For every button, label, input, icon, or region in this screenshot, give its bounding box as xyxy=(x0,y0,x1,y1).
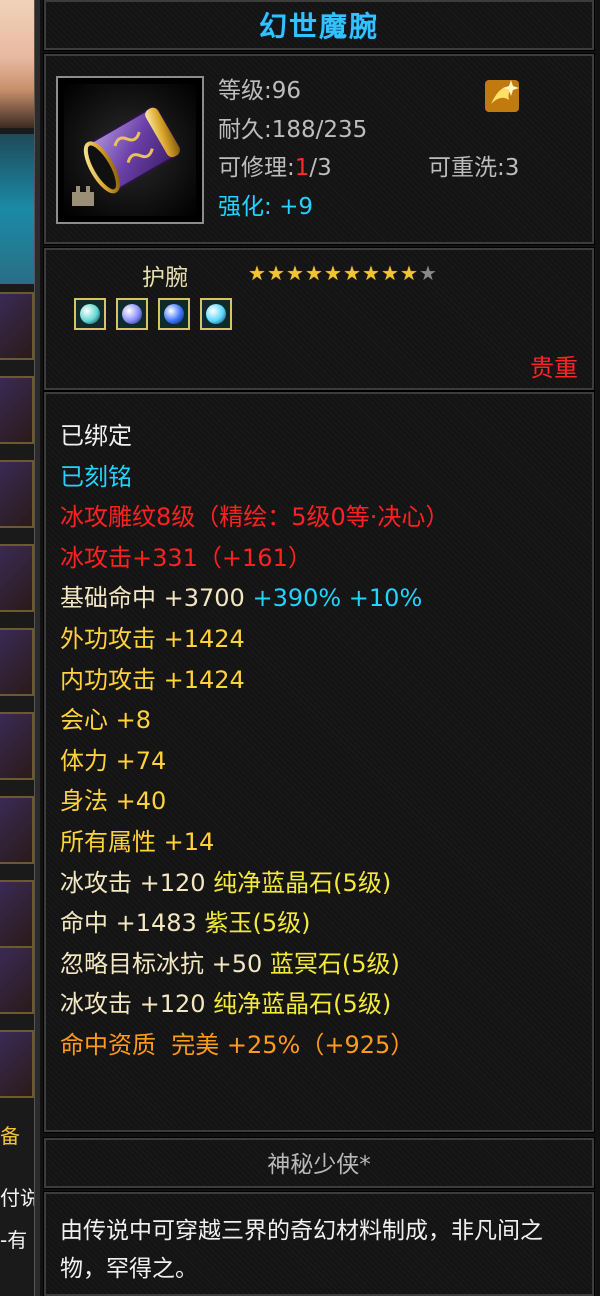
level-stat: 等级:96 xyxy=(218,78,302,104)
attribute-text: 紫玉(5级) xyxy=(204,909,311,938)
attribute-line: 内功攻击 +1424 xyxy=(60,660,449,701)
star-filled-icon: ★ xyxy=(286,261,304,285)
star-filled-icon: ★ xyxy=(267,261,285,285)
equip-slot[interactable] xyxy=(0,1030,34,1098)
attribute-line: 冰攻击+331（+161） xyxy=(60,538,449,579)
attribute-line: 冰攻击 +120 纯净蓝晶石(5级) xyxy=(60,863,449,904)
attribute-text: +390% +10% xyxy=(252,584,423,613)
bracer-icon xyxy=(72,107,181,206)
star-filled-icon: ★ xyxy=(305,261,323,285)
item-description: 由传说中可穿越三界的奇幻材料制成，非凡间之物，罕得之。 xyxy=(60,1218,543,1282)
description-section: 由传说中可穿越三界的奇幻材料制成，非凡间之物，罕得之。 xyxy=(43,1191,595,1296)
rarity-label: 贵重 xyxy=(530,354,578,382)
equip-slot[interactable] xyxy=(0,292,34,360)
attribute-text: 内功攻击 +1424 xyxy=(60,665,245,694)
gem-icon[interactable] xyxy=(158,298,190,330)
attribute-text: 蓝冥石(5级) xyxy=(269,949,400,978)
owner-section: 神秘少侠* xyxy=(43,1137,595,1189)
equip-slot[interactable] xyxy=(0,880,34,948)
item-tooltip: 幻世魔腕 等级:96 耐久:188/235 可修理:1/3 可重洗:3 强化: … xyxy=(40,0,600,1296)
title-section: 幻世魔腕 xyxy=(43,0,595,51)
attribute-text: 纯净蓝晶石(5级) xyxy=(213,868,392,897)
equip-slot[interactable] xyxy=(0,712,34,780)
star-filled-icon: ★ xyxy=(343,261,361,285)
item-type: 护腕 xyxy=(142,265,188,291)
equip-slot[interactable] xyxy=(0,946,34,1014)
attribute-line: 外功攻击 +1424 xyxy=(60,619,449,660)
star-filled-icon: ★ xyxy=(248,261,266,285)
item-info-section: 等级:96 耐久:188/235 可修理:1/3 可重洗:3 强化: +9 xyxy=(43,53,595,245)
item-title: 幻世魔腕 xyxy=(258,10,379,43)
attribute-line: 体力 +74 xyxy=(60,741,449,782)
enhance-stat: 强化: +9 xyxy=(218,194,313,220)
attribute-text: 命中 +1483 xyxy=(60,909,205,938)
character-portrait[interactable] xyxy=(0,0,34,128)
owner-name: 神秘少侠* xyxy=(267,1152,371,1178)
attribute-text: 冰攻击 +120 xyxy=(60,990,214,1019)
gem-icon[interactable] xyxy=(116,298,148,330)
attribute-line: 身法 +40 xyxy=(60,781,449,822)
equip-slot[interactable] xyxy=(0,796,34,864)
attribute-text: 体力 +74 xyxy=(60,746,167,775)
side-label: -有 xyxy=(0,1228,28,1252)
repair-stat: 可修理:1/3 xyxy=(218,155,332,181)
attribute-text: 已绑定 xyxy=(60,422,132,450)
attribute-text: 会心 +8 xyxy=(60,706,152,735)
star-empty-icon: ★ xyxy=(419,261,437,285)
attribute-text: 已刻铭 xyxy=(60,462,132,491)
side-tab[interactable] xyxy=(0,134,34,284)
equip-slot[interactable] xyxy=(0,628,34,696)
gem-sockets xyxy=(74,298,242,334)
side-equipment-strip: 备 付说 -有 xyxy=(0,0,40,1296)
attribute-text: 冰攻击 +120 xyxy=(60,868,214,897)
star-rating: ★★★★★★★★★★ xyxy=(248,262,438,284)
side-label: 备 xyxy=(0,1124,20,1148)
item-type-section: 护腕 ★★★★★★★★★★ 贵重 xyxy=(43,247,595,391)
attribute-text: 纯净蓝晶石(5级) xyxy=(213,990,392,1019)
attribute-text: 冰攻雕纹8级（精绘：5级0等·决心） xyxy=(60,503,450,532)
star-filled-icon: ★ xyxy=(381,261,399,285)
attribute-line: 所有属性 +14 xyxy=(60,822,449,863)
attribute-text: 基础命中 +3700 xyxy=(60,584,253,613)
star-filled-icon: ★ xyxy=(362,261,380,285)
attribute-line: 已刻铭 xyxy=(60,457,449,498)
attribute-text: 忽略目标冰抗 +50 xyxy=(60,949,270,978)
equip-slot[interactable] xyxy=(0,544,34,612)
attribute-line: 忽略目标冰抗 +50 蓝冥石(5级) xyxy=(60,944,449,985)
star-filled-icon: ★ xyxy=(324,261,342,285)
item-icon xyxy=(56,76,204,224)
attribute-line: 冰攻雕纹8级（精绘：5级0等·决心） xyxy=(60,497,449,538)
attribute-text: 所有属性 +14 xyxy=(60,827,215,856)
equip-slot[interactable] xyxy=(0,460,34,528)
equip-slot[interactable] xyxy=(0,376,34,444)
rewash-stat: 可重洗:3 xyxy=(428,155,520,181)
sparkle-effect-icon xyxy=(485,80,519,112)
gem-icon[interactable] xyxy=(74,298,106,330)
attribute-text: 冰攻击+331（+161） xyxy=(60,543,312,572)
attributes-section: 已绑定已刻铭冰攻雕纹8级（精绘：5级0等·决心） 冰攻击+331（+161） 基础命… xyxy=(43,391,595,1133)
star-filled-icon: ★ xyxy=(400,261,418,285)
attribute-line: 命中资质 完美 +25%（+925） xyxy=(60,1025,449,1066)
attribute-text: 外功攻击 +1424 xyxy=(60,624,245,653)
attribute-list: 已绑定已刻铭冰攻雕纹8级（精绘：5级0等·决心） 冰攻击+331（+161） 基础命… xyxy=(60,416,449,1066)
attribute-line: 基础命中 +3700 +390% +10% xyxy=(60,578,449,619)
attribute-line: 命中 +1483 紫玉(5级) xyxy=(60,903,449,944)
attribute-text: 身法 +40 xyxy=(60,787,167,816)
attribute-line: 已绑定 xyxy=(60,416,449,457)
attribute-line: 会心 +8 xyxy=(60,700,449,741)
attribute-text: 命中资质 完美 +25%（+925） xyxy=(60,1030,415,1059)
attribute-line: 冰攻击 +120 纯净蓝晶石(5级) xyxy=(60,984,449,1025)
gem-icon[interactable] xyxy=(200,298,232,330)
durability-stat: 耐久:188/235 xyxy=(218,117,368,143)
